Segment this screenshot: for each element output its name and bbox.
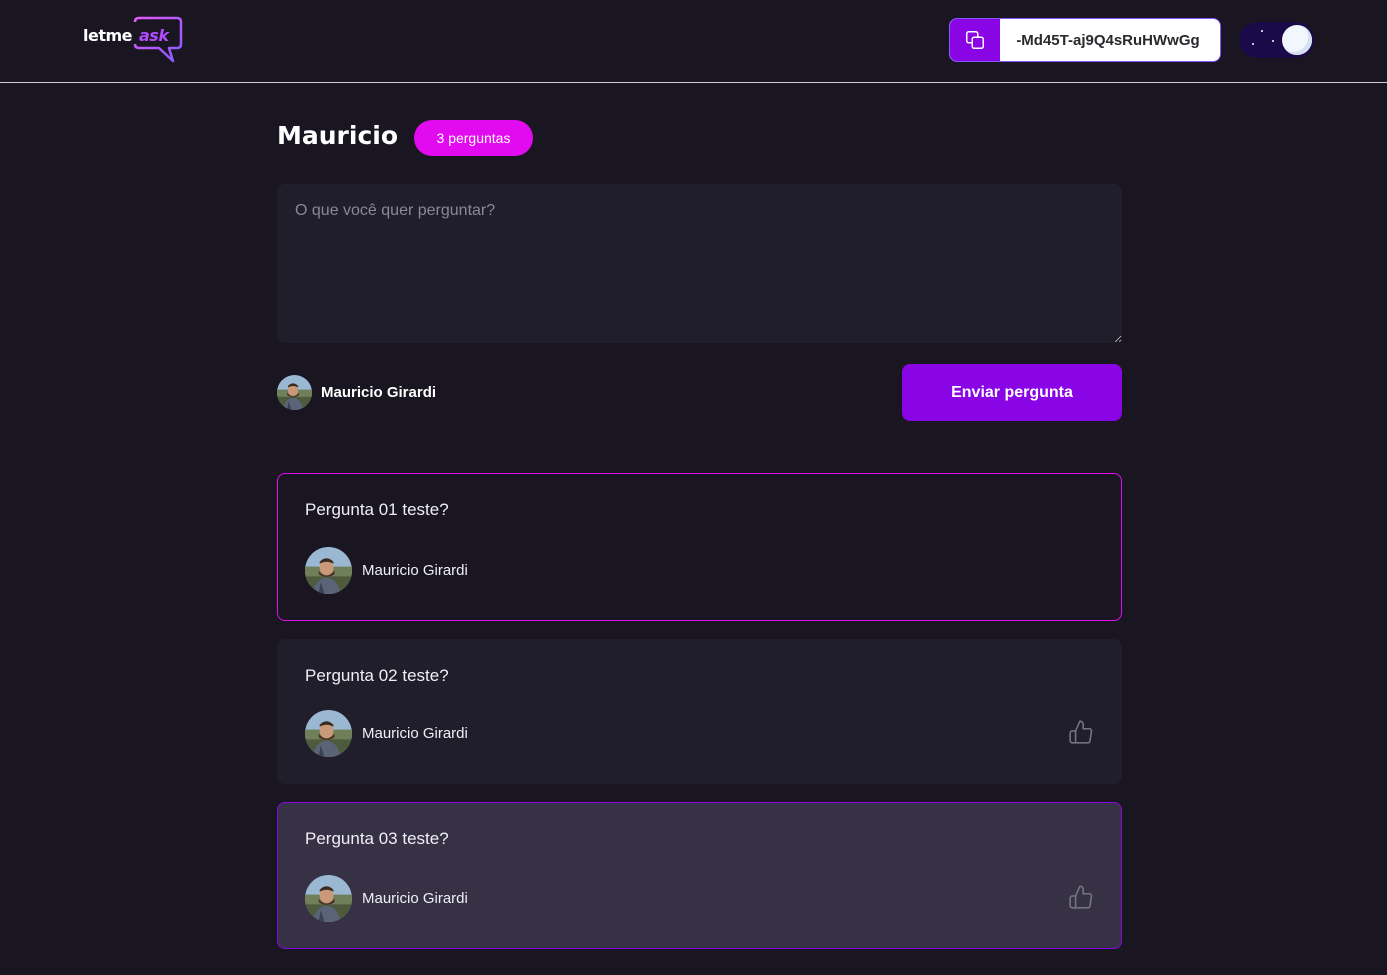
question-content: Pergunta 01 teste? — [305, 500, 449, 519]
room-code-text: -Md45T-aj9Q4sRuHWwGg — [1016, 31, 1200, 49]
thumbs-up-icon — [1069, 720, 1093, 744]
author-name: Mauricio Girardi — [362, 889, 468, 907]
theme-toggle[interactable] — [1239, 22, 1314, 58]
copy-icon-container — [950, 19, 1000, 61]
room-title: Mauricio — [277, 121, 399, 150]
question-card: Pergunta 03 teste? Mauricio Girardi — [277, 802, 1122, 949]
avatar-image — [305, 546, 352, 594]
question-content: Pergunta 02 teste? — [305, 666, 449, 685]
like-button[interactable] — [1067, 884, 1095, 912]
star-icon — [1261, 30, 1263, 32]
question-card: Pergunta 02 teste? Mauricio Girardi — [277, 639, 1122, 784]
avatar-image — [305, 874, 352, 922]
letmeask-logo[interactable]: letme ask — [83, 16, 183, 64]
question-content: Pergunta 03 teste? — [305, 829, 449, 848]
room-code-copy-button[interactable]: -Md45T-aj9Q4sRuHWwGg — [949, 18, 1221, 62]
avatar-image — [305, 709, 352, 757]
avatar — [277, 375, 312, 410]
like-button[interactable] — [1067, 719, 1095, 747]
avatar-image — [277, 375, 312, 410]
moon-icon — [1282, 25, 1312, 55]
question-footer: Mauricio Girardi — [305, 546, 1095, 594]
avatar — [305, 546, 352, 594]
star-icon — [1252, 43, 1254, 45]
current-user-name: Mauricio Girardi — [321, 384, 437, 401]
question-form-footer: Mauricio Girardi Enviar pergunta — [277, 364, 1122, 421]
star-icon — [1272, 40, 1274, 42]
author-name: Mauricio Girardi — [362, 561, 468, 579]
send-question-button[interactable]: Enviar pergunta — [902, 364, 1122, 421]
logo-wordmark-accent: ask — [139, 26, 169, 45]
question-footer: Mauricio Girardi — [305, 709, 1095, 757]
question-input[interactable] — [277, 184, 1122, 343]
question-count-badge: 3 perguntas — [414, 120, 533, 156]
avatar — [305, 709, 352, 757]
logo-wordmark: letme — [83, 26, 133, 45]
app-header: letme ask -Md45T-aj9Q4sRuHWwGg — [0, 0, 1387, 83]
avatar — [305, 874, 352, 922]
current-user-info: Mauricio Girardi — [277, 375, 436, 410]
question-author: Mauricio Girardi — [305, 546, 468, 594]
question-footer: Mauricio Girardi — [305, 874, 1095, 922]
question-card: Pergunta 01 teste? Mauricio Girardi — [277, 473, 1122, 621]
question-author: Mauricio Girardi — [305, 709, 468, 757]
author-name: Mauricio Girardi — [362, 724, 468, 742]
thumbs-up-icon — [1069, 885, 1093, 909]
question-author: Mauricio Girardi — [305, 874, 468, 922]
copy-icon — [966, 31, 984, 49]
